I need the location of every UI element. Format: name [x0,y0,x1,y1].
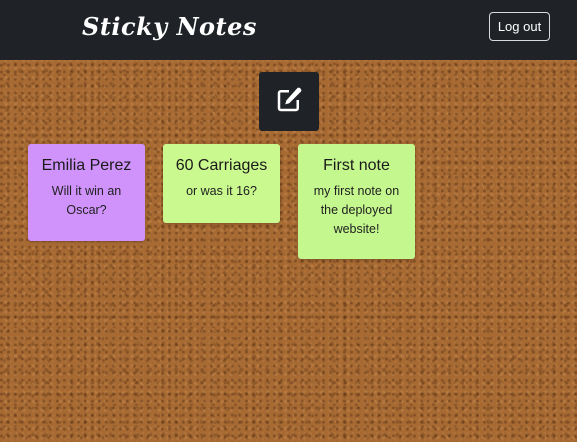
app-brand[interactable]: Sticky Notes [82,12,257,41]
edit-note-icon [274,85,304,119]
note-body: Will it win an Oscar? [51,184,122,217]
note-title: 60 Carriages [175,157,268,174]
note-card[interactable]: Emilia Perez Will it win an Oscar? [28,144,145,241]
note-card[interactable]: 60 Carriages or was it 16? [163,144,280,223]
note-title: Emilia Perez [41,157,132,174]
note-title: First note [323,157,390,174]
note-body: my first note on the deployed website! [313,184,400,236]
note-body: or was it 16? [186,184,257,198]
navbar: Sticky Notes Log out [0,0,577,60]
new-note-button[interactable] [259,72,319,131]
note-card[interactable]: First note my first note on the deployed… [298,144,415,259]
logout-button[interactable]: Log out [489,12,550,41]
